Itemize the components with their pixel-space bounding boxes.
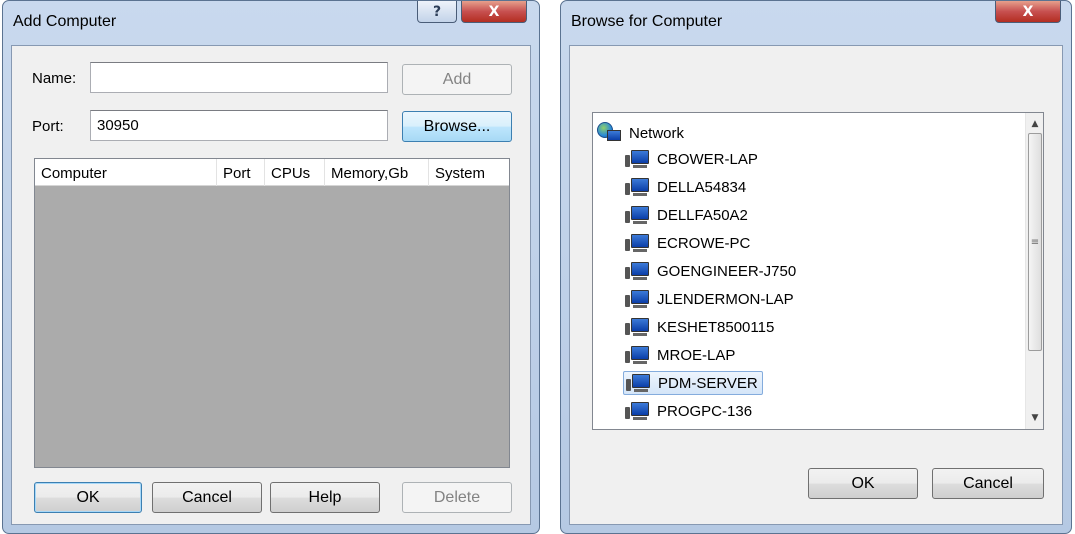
cancel-button[interactable]: Cancel [152,482,262,513]
tree-item-label: GOENGINEER-J750 [657,262,797,280]
port-input[interactable] [90,110,388,141]
name-label: Name: [32,70,77,87]
tree-item-computer[interactable]: ECROWE-PC [623,231,750,255]
add-computer-dialog: Add Computer ? X Name: Add Port: Browse.… [2,0,540,534]
scroll-thumb[interactable]: ≡ [1028,133,1042,351]
port-label: Port: [32,118,64,135]
tree-root-network[interactable]: Network [597,121,684,145]
tree-item-label: MROE-LAP [657,346,736,364]
add-button[interactable]: Add [402,64,512,95]
delete-button[interactable]: Delete [402,482,512,513]
computer-icon [623,289,651,309]
tree-item-label: KESHET8500115 [657,318,775,336]
title-close-button[interactable]: X [995,1,1061,23]
tree-item-computer[interactable]: JLENDERMON-LAP [623,287,794,311]
column-port[interactable]: Port [217,159,265,186]
computer-list[interactable]: Computer Port CPUs Memory,Gb System [34,158,510,468]
browse-computer-dialog: Browse for Computer X Network CBOWER-LAP… [560,0,1072,534]
computer-icon [624,373,652,393]
column-memory[interactable]: Memory,Gb [325,159,429,186]
network-tree[interactable]: Network CBOWER-LAP DELLA54834 DELLFA50A2 EC… [592,112,1044,430]
help-button[interactable]: Help [270,482,380,513]
tree-item-computer[interactable]: KESHET8500115 [623,315,774,339]
list-header: Computer Port CPUs Memory,Gb System [35,159,509,186]
tree-item-label: ECROWE-PC [657,234,751,252]
add-computer-titlebar[interactable]: Add Computer ? X [3,1,539,45]
help-icon: ? [432,3,442,20]
tree-item-computer[interactable]: MROE-LAP [623,343,735,367]
computer-icon [623,317,651,337]
name-input[interactable] [90,62,388,93]
dialog-title: Browse for Computer [571,13,723,30]
close-icon: X [488,3,500,20]
tree-item-label: DELLA54834 [657,178,747,196]
ok-button[interactable]: OK [34,482,142,513]
column-system[interactable]: System [429,159,511,186]
tree-item-label: DELLFA50A2 [657,206,748,224]
computer-icon [623,345,651,365]
cancel-button[interactable]: Cancel [932,468,1044,499]
ok-button[interactable]: OK [808,468,918,499]
tree-item-label: JLENDERMON-LAP [657,290,794,308]
network-icon [597,122,623,144]
tree-item-label: PROGPC-136 [657,402,753,420]
browse-titlebar[interactable]: Browse for Computer X [561,1,1071,45]
computer-icon [623,177,651,197]
title-close-button[interactable]: X [461,1,527,23]
computer-icon [623,205,651,225]
column-cpus[interactable]: CPUs [265,159,325,186]
computer-icon [623,233,651,253]
close-icon: X [1022,3,1034,20]
scroll-up-icon[interactable]: ▲ [1026,115,1044,133]
computer-icon [623,149,651,169]
tree-item-computer[interactable]: DELLFA50A2 [623,203,748,227]
title-help-button[interactable]: ? [417,1,457,23]
tree-item-label: CBOWER-LAP [657,150,758,168]
tree-scrollbar[interactable]: ▲ ≡ ▼ [1025,113,1043,429]
grip-icon: ≡ [1030,236,1040,248]
tree-item-label: PDM-SERVER [658,374,758,392]
column-computer[interactable]: Computer [35,159,217,186]
scroll-down-icon[interactable]: ▼ [1026,409,1044,427]
tree-item-computer[interactable]: CBOWER-LAP [623,147,758,171]
computer-icon [623,261,651,281]
tree-item-label: Network [629,124,685,142]
tree-item-computer[interactable]: PROGPC-136 [623,399,752,423]
dialog-title: Add Computer [13,13,117,30]
tree-item-computer[interactable]: DELLA54834 [623,175,746,199]
computer-icon [623,401,651,421]
add-computer-client: Name: Add Port: Browse... Computer Port … [11,45,531,525]
browse-client: Network CBOWER-LAP DELLA54834 DELLFA50A2 EC… [569,45,1063,525]
tree-item-computer[interactable]: GOENGINEER-J750 [623,259,796,283]
browse-button[interactable]: Browse... [402,111,512,142]
tree-item-computer[interactable]: PDM-SERVER [623,371,763,395]
